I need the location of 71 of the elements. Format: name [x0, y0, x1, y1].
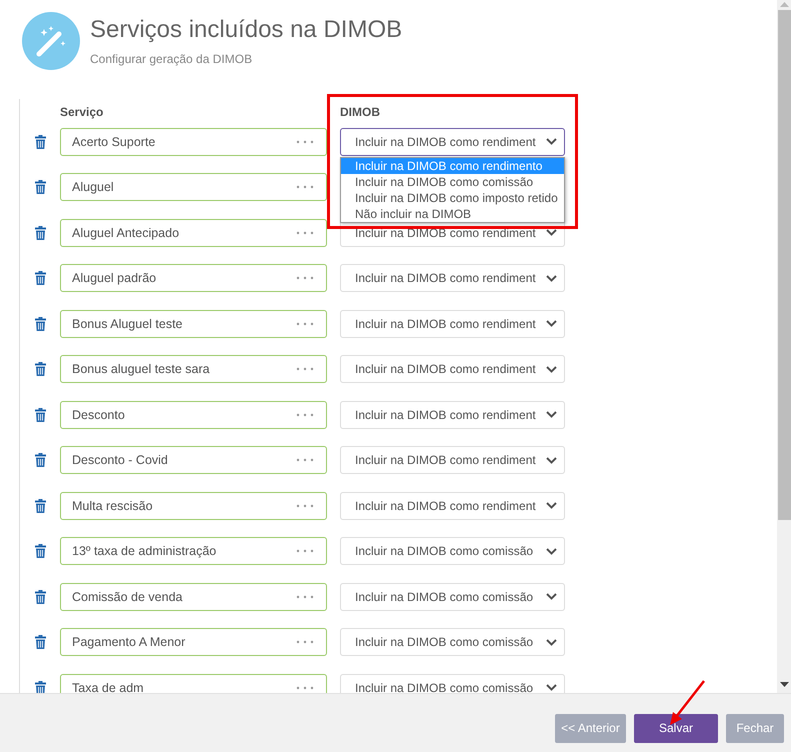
more-icon[interactable]: [296, 276, 314, 280]
column-header: DIMOB: [340, 105, 381, 119]
service-field[interactable]: Aluguel Antecipado: [60, 218, 327, 247]
scroll-up-icon[interactable]: [780, 2, 788, 7]
chevron-down-icon: [546, 138, 557, 146]
dimob-select[interactable]: Incluir na DIMOB como rendiment: [340, 264, 565, 292]
service-field[interactable]: Comissão de venda: [60, 582, 327, 611]
service-field[interactable]: Aluguel padrão: [60, 264, 327, 292]
scrollbar[interactable]: [777, 0, 791, 693]
more-icon[interactable]: [296, 412, 314, 417]
column-header: Serviço: [60, 105, 104, 119]
dimob-select[interactable]: Incluir na DIMOB como comissão: [340, 628, 565, 656]
more-icon[interactable]: [296, 640, 314, 644]
magic-wand-icon: [22, 12, 80, 70]
trash-icon[interactable]: [34, 271, 46, 286]
service-field[interactable]: Aluguel: [60, 173, 327, 202]
service-field[interactable]: Acerto Suporte: [60, 128, 327, 156]
more-icon[interactable]: [296, 322, 314, 326]
service-field[interactable]: Pagamento A Menor: [60, 628, 327, 656]
more-icon[interactable]: [296, 367, 314, 372]
chevron-down-icon: [546, 684, 557, 692]
chevron-down-icon: [546, 229, 557, 236]
dimob-select[interactable]: Incluir na DIMOB como rendiment: [340, 446, 565, 474]
service-field[interactable]: 13º taxa de administração: [60, 537, 327, 566]
more-icon[interactable]: [296, 230, 314, 235]
chevron-down-icon: [546, 456, 557, 464]
service-field[interactable]: Bonus Aluguel teste: [60, 310, 327, 338]
trash-icon[interactable]: [34, 316, 46, 331]
dimob-select[interactable]: Incluir na DIMOB como rendiment: [340, 310, 565, 338]
trash-icon[interactable]: [34, 498, 46, 513]
footer-button[interactable]: Salvar: [634, 714, 718, 742]
trash-icon[interactable]: [34, 408, 46, 422]
chevron-down-icon: [546, 274, 557, 282]
dimob-select[interactable]: Incluir na DIMOB como rendiment: [340, 400, 565, 429]
page-subtitle: Configurar geração da DIMOB: [90, 52, 254, 66]
trash-icon[interactable]: [34, 362, 46, 376]
trash-icon[interactable]: [34, 226, 46, 240]
chevron-down-icon: [546, 320, 557, 328]
chevron-down-icon: [546, 502, 557, 510]
dimob-select[interactable]: Incluir na DIMOB como rendiment: [340, 492, 565, 520]
dimob-select[interactable]: Incluir na DIMOB como rendiment: [340, 128, 565, 156]
more-icon[interactable]: [296, 185, 314, 190]
service-field[interactable]: Bonus aluguel teste sara: [60, 355, 327, 384]
more-icon[interactable]: [296, 140, 314, 144]
service-field[interactable]: Desconto - Covid: [60, 446, 327, 474]
trash-icon[interactable]: [34, 590, 46, 604]
chevron-down-icon: [546, 638, 557, 646]
trash-icon[interactable]: [34, 453, 46, 468]
dropdown-option[interactable]: Incluir na DIMOB como imposto retido: [341, 190, 564, 206]
trash-icon[interactable]: [34, 635, 46, 650]
scroll-thumb[interactable]: [778, 10, 790, 520]
chevron-down-icon: [546, 593, 557, 600]
chevron-down-icon: [546, 411, 557, 418]
dimob-select[interactable]: Incluir na DIMOB como comissão: [340, 582, 565, 611]
service-field[interactable]: Desconto: [60, 400, 327, 429]
chevron-down-icon: [546, 548, 557, 555]
chevron-down-icon: [546, 366, 557, 373]
service-field[interactable]: Multa rescisão: [60, 492, 327, 520]
more-icon[interactable]: [296, 504, 314, 508]
more-icon[interactable]: [296, 594, 314, 599]
more-icon[interactable]: [296, 549, 314, 554]
more-icon[interactable]: [296, 458, 314, 462]
scroll-down-icon[interactable]: [780, 682, 788, 687]
trash-icon[interactable]: [34, 544, 46, 558]
trash-icon[interactable]: [34, 180, 46, 194]
dimob-select[interactable]: Incluir na DIMOB como rendiment: [340, 355, 565, 384]
dropdown-option[interactable]: Incluir na DIMOB como comissão: [341, 174, 564, 190]
dimob-select[interactable]: Incluir na DIMOB como comissão: [340, 537, 565, 566]
trash-icon[interactable]: [34, 134, 46, 149]
more-icon[interactable]: [296, 686, 314, 690]
page-title: Serviços incluídos na DIMOB: [90, 16, 402, 44]
